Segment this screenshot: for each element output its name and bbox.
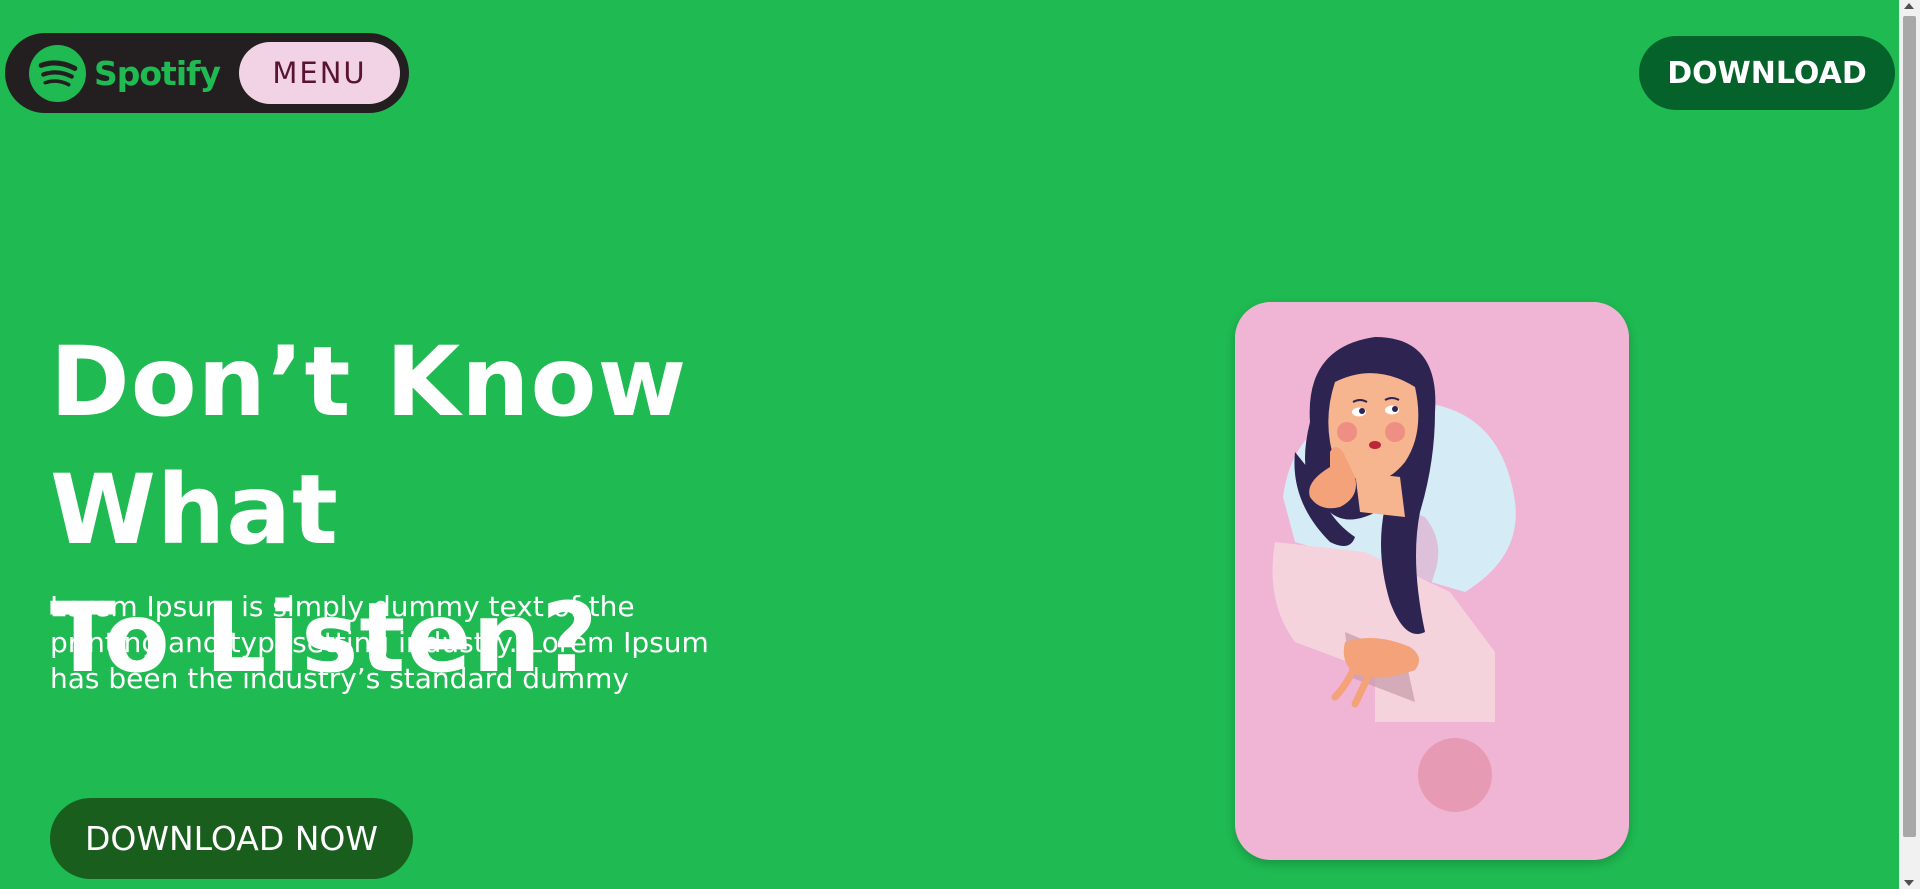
spotify-icon bbox=[29, 44, 86, 102]
scroll-down-icon[interactable] bbox=[1904, 880, 1914, 886]
download-button[interactable]: DOWNLOAD bbox=[1639, 36, 1895, 110]
spotify-wordmark: Spotify bbox=[94, 53, 221, 93]
menu-button[interactable]: MENU bbox=[239, 42, 400, 104]
landing-page: Spotify MENU DOWNLOAD Don’t Know What To… bbox=[0, 0, 1899, 889]
illustration-card bbox=[1235, 302, 1629, 860]
thinking-woman-question-mark-icon bbox=[1235, 302, 1629, 860]
spotify-logo[interactable]: Spotify bbox=[29, 44, 221, 102]
hero-description-line-3: has been the industry’s standard dummy bbox=[50, 662, 629, 695]
scroll-up-icon[interactable] bbox=[1904, 3, 1914, 9]
nav-bar: Spotify MENU bbox=[5, 33, 409, 113]
scrollbar-thumb[interactable] bbox=[1903, 16, 1916, 837]
hero-description: Lorem Ipsum is simply dummy text of the … bbox=[50, 589, 770, 697]
hero-title-line-1: Don’t Know What bbox=[50, 326, 688, 566]
page-scrollbar[interactable] bbox=[1899, 0, 1920, 889]
hero-description-line-2: printing and typesetting industry. Lorem… bbox=[50, 626, 709, 659]
hero-description-line-1: Lorem Ipsum is simply dummy text of the bbox=[50, 590, 635, 623]
download-now-button[interactable]: DOWNLOAD NOW bbox=[50, 798, 413, 879]
